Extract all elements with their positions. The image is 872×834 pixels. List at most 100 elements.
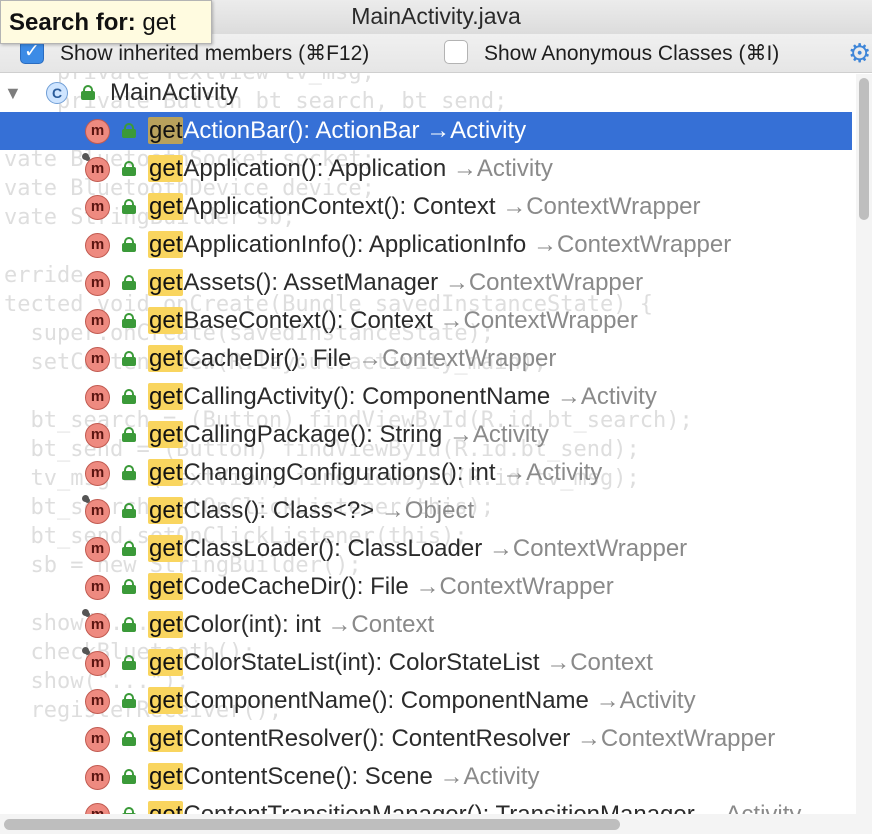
member-owner: →ContextWrapper: [488, 535, 688, 562]
member-row[interactable]: m getBaseContext(): Context →ContextWrapp…: [0, 302, 852, 340]
member-owner: →ContextWrapper: [358, 345, 557, 372]
pin-icon: [82, 647, 89, 654]
member-row[interactable]: m getContentTransitionManager(): Transiti…: [0, 796, 852, 814]
member-row[interactable]: m getApplicationInfo(): ApplicationInfo →…: [0, 226, 852, 264]
member-signature: CodeCacheDir(): File: [183, 573, 409, 600]
member-row[interactable]: m getColor(int): int →Context: [0, 606, 852, 644]
member-row[interactable]: m getContentScene(): Scene →Activity: [0, 758, 852, 796]
vertical-scroll-thumb[interactable]: [859, 78, 869, 220]
match-highlight: get: [148, 535, 184, 562]
member-row[interactable]: m getComponentName(): ComponentName →Acti…: [0, 682, 852, 720]
method-icon: m: [85, 575, 110, 600]
method-icon: m: [85, 461, 110, 486]
member-owner: →Object: [380, 497, 475, 524]
structure-tree: ▼ C MainActivity m getActionBar(): Action…: [0, 74, 856, 814]
member-label: getClassLoader(): ClassLoader →ContextWr…: [148, 530, 687, 568]
member-owner: →Activity: [439, 763, 540, 790]
member-row[interactable]: m getCallingActivity(): ComponentName →Ac…: [0, 378, 852, 416]
public-lock-icon: [122, 161, 136, 176]
public-lock-icon: [122, 655, 136, 670]
member-label: getCallingActivity(): ComponentName →Act…: [148, 378, 657, 416]
pin-icon: [82, 495, 89, 502]
member-signature: CacheDir(): File: [183, 345, 352, 372]
member-label: getContentScene(): Scene →Activity: [148, 758, 540, 796]
horizontal-scroll-thumb[interactable]: [4, 819, 620, 830]
member-owner: →Activity: [426, 117, 527, 144]
match-highlight: get: [148, 687, 184, 714]
public-lock-icon: [122, 389, 136, 404]
member-signature: ApplicationContext(): Context: [183, 193, 496, 220]
public-lock-icon: [122, 351, 136, 366]
match-highlight: get: [148, 307, 184, 334]
match-highlight: get: [148, 421, 184, 448]
member-label: getCodeCacheDir(): File →ContextWrapper: [148, 568, 614, 606]
expand-arrow-icon[interactable]: ▼: [4, 74, 22, 112]
method-icon: m: [85, 803, 110, 814]
match-highlight: get: [148, 193, 184, 220]
match-highlight: get: [148, 725, 184, 752]
member-owner: →ContextWrapper: [532, 231, 732, 258]
member-owner: →Activity: [595, 687, 696, 714]
root-label: MainActivity: [110, 79, 239, 106]
member-row[interactable]: m getChangingConfigurations(): int →Activ…: [0, 454, 852, 492]
search-query: get: [142, 9, 176, 36]
pin-icon: [82, 609, 89, 616]
class-icon: C: [46, 82, 68, 104]
match-highlight: get: [148, 611, 184, 638]
method-icon: m: [85, 499, 110, 524]
member-row[interactable]: m getAssets(): AssetManager →ContextWrapp…: [0, 264, 852, 302]
show-anonymous-label[interactable]: Show Anonymous Classes (⌘I): [484, 41, 779, 66]
member-row[interactable]: m getApplication(): Application →Activity: [0, 150, 852, 188]
member-label: getContentTransitionManager(): Transitio…: [148, 796, 801, 814]
method-icon: m: [85, 347, 110, 372]
member-signature: ColorStateList(int): ColorStateList: [183, 649, 540, 676]
member-owner: →Activity: [452, 155, 553, 182]
member-signature: ContentTransitionManager(): TransitionMa…: [183, 801, 694, 814]
match-highlight: get: [148, 649, 184, 676]
gear-icon[interactable]: ⚙: [848, 38, 871, 69]
public-lock-icon: [122, 769, 136, 784]
member-signature: Application(): Application: [183, 155, 447, 182]
method-icon: m: [85, 423, 110, 448]
member-row[interactable]: m getCacheDir(): File →ContextWrapper: [0, 340, 852, 378]
member-label: getCacheDir(): File →ContextWrapper: [148, 340, 556, 378]
member-owner: →Activity: [556, 383, 657, 410]
member-signature: BaseContext(): Context: [183, 307, 433, 334]
member-signature: Assets(): AssetManager: [183, 269, 439, 296]
member-signature: CallingPackage(): String: [183, 421, 443, 448]
public-lock-icon: [81, 85, 95, 100]
horizontal-scrollbar[interactable]: [0, 814, 872, 834]
member-owner: →Activity: [701, 801, 801, 814]
match-highlight: get: [148, 345, 184, 372]
member-row[interactable]: m getCallingPackage(): String →Activity: [0, 416, 852, 454]
match-highlight: get: [148, 383, 184, 410]
member-label: getApplicationInfo(): ApplicationInfo →C…: [148, 226, 731, 264]
public-lock-icon: [122, 579, 136, 594]
member-row[interactable]: m getClass(): Class<?> →Object: [0, 492, 852, 530]
method-icon: m: [85, 157, 110, 182]
member-label: getActionBar(): ActionBar →Activity: [148, 112, 526, 150]
tree-root[interactable]: ▼ C MainActivity: [0, 74, 852, 112]
vertical-scrollbar[interactable]: [856, 74, 872, 814]
member-row[interactable]: m getActionBar(): ActionBar →Activity: [0, 112, 852, 150]
member-row[interactable]: m getApplicationContext(): Context →Conte…: [0, 188, 852, 226]
search-popup: Search for: get: [0, 0, 212, 44]
match-highlight: get: [148, 269, 184, 296]
public-lock-icon: [122, 617, 136, 632]
member-row[interactable]: m getContentResolver(): ContentResolver →…: [0, 720, 852, 758]
public-lock-icon: [122, 503, 136, 518]
match-highlight: get: [148, 231, 184, 258]
member-row[interactable]: m getCodeCacheDir(): File →ContextWrapper: [0, 568, 852, 606]
method-icon: m: [85, 233, 110, 258]
member-row[interactable]: m getClassLoader(): ClassLoader →ContextW…: [0, 530, 852, 568]
member-label: getContentResolver(): ContentResolver →C…: [148, 720, 775, 758]
member-label: getComponentName(): ComponentName →Activ…: [148, 682, 696, 720]
method-icon: m: [85, 651, 110, 676]
pin-icon: [82, 153, 89, 160]
show-anonymous-checkbox[interactable]: [444, 40, 468, 64]
member-row[interactable]: m getColorStateList(int): ColorStateList …: [0, 644, 852, 682]
member-owner: →Context: [546, 649, 653, 676]
public-lock-icon: [122, 237, 136, 252]
member-signature: CallingActivity(): ComponentName: [183, 383, 551, 410]
public-lock-icon: [122, 465, 136, 480]
